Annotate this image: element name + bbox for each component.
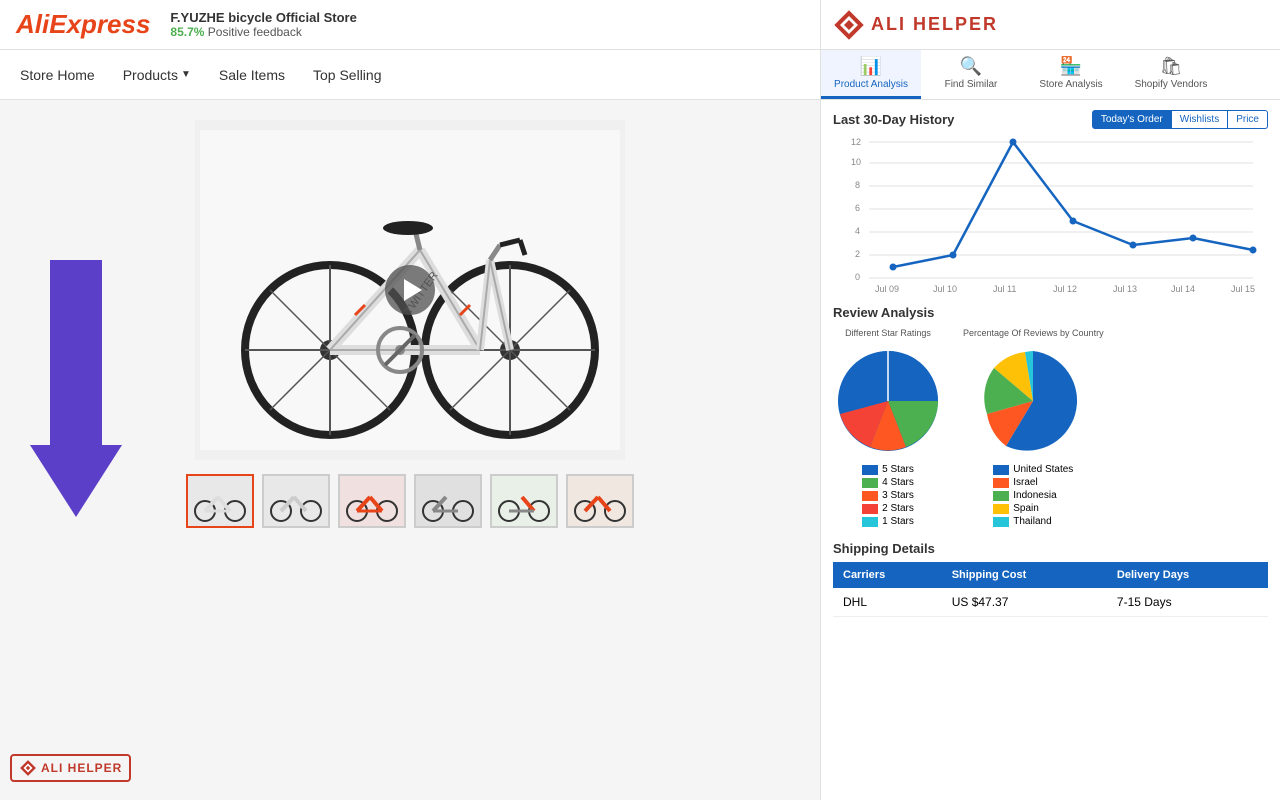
- legend-1star: 1 Stars: [862, 516, 914, 527]
- legend-2stars: 2 Stars: [862, 503, 914, 514]
- tab-shopify-vendors[interactable]: 🛍 Shopify Vendors: [1121, 50, 1221, 99]
- nav-item-store-home[interactable]: Store Home: [20, 67, 95, 83]
- ah-small-logo-icon: [19, 759, 37, 777]
- store-analysis-icon: 🏪: [1060, 56, 1082, 77]
- product-area: TWITTER: [0, 100, 820, 800]
- product-analysis-icon: 📊: [860, 56, 882, 77]
- store-feedback: 85.7% Positive feedback: [170, 25, 356, 39]
- thumbnails: [186, 474, 634, 528]
- legend-4stars: 4 Stars: [862, 477, 914, 488]
- play-icon: [404, 279, 422, 301]
- aliexpress-logo: AliExpress: [16, 9, 150, 40]
- history-buttons: Today's Order Wishlists Price: [1092, 110, 1268, 129]
- svg-text:8: 8: [855, 180, 860, 190]
- country-pie-chart: [978, 346, 1088, 456]
- legend-5stars: 5 Stars: [862, 464, 914, 475]
- legend-3stars: 3 Stars: [862, 490, 914, 501]
- svg-text:10: 10: [851, 157, 861, 167]
- country-ratings-chart: Percentage Of Reviews by Country: [963, 328, 1104, 527]
- star-ratings-chart: Different Star Ratings: [833, 328, 943, 527]
- shipping-table: Carriers Shipping Cost Delivery Days DHL…: [833, 562, 1268, 617]
- svg-text:Jul 12: Jul 12: [1053, 284, 1077, 294]
- shipping-section: Shipping Details Carriers Shipping Cost …: [833, 541, 1268, 617]
- col-carriers: Carriers: [833, 562, 942, 588]
- legend-us: United States: [993, 464, 1073, 475]
- alihelper-logo-icon: [833, 9, 865, 41]
- thumbnail-6[interactable]: [566, 474, 634, 528]
- tab-store-analysis[interactable]: 🏪 Store Analysis: [1021, 50, 1121, 99]
- review-title: Review Analysis: [833, 305, 1268, 320]
- thumbnail-5[interactable]: [490, 474, 558, 528]
- history-title: Last 30-Day History: [833, 112, 954, 127]
- svg-text:2: 2: [855, 249, 860, 259]
- alihelper-logo-text: ALI HELPER: [871, 14, 998, 35]
- shipping-row-dhl: DHL US $47.37 7-15 Days: [833, 588, 1268, 617]
- legend-spain: Spain: [993, 503, 1073, 514]
- review-section: Review Analysis Different Star Ratings: [833, 305, 1268, 527]
- svg-text:12: 12: [851, 137, 861, 147]
- shipping-title: Shipping Details: [833, 541, 1268, 556]
- svg-text:Jul 13: Jul 13: [1113, 284, 1137, 294]
- main-product-image: TWITTER: [195, 120, 625, 460]
- svg-text:Jul 15: Jul 15: [1231, 284, 1255, 294]
- carrier-name: DHL: [833, 588, 942, 617]
- nav-item-top-selling[interactable]: Top Selling: [313, 67, 382, 83]
- tab-find-similar[interactable]: 🔍 Find Similar: [921, 50, 1021, 99]
- thumbnail-3[interactable]: [338, 474, 406, 528]
- nav-item-products[interactable]: Products ▼: [123, 67, 191, 83]
- nav-item-sale-items[interactable]: Sale Items: [219, 67, 285, 83]
- store-info: F.YUZHE bicycle Official Store 85.7% Pos…: [170, 10, 356, 39]
- legend-indonesia: Indonesia: [993, 490, 1073, 501]
- shipping-cost: US $47.37: [942, 588, 1107, 617]
- shopify-vendors-icon: 🛍: [1160, 56, 1183, 77]
- col-delivery-days: Delivery Days: [1107, 562, 1268, 588]
- col-shipping-cost: Shipping Cost: [942, 562, 1107, 588]
- country-chart-title: Percentage Of Reviews by Country: [963, 328, 1104, 338]
- legend-israel: Israel: [993, 477, 1073, 488]
- svg-text:0: 0: [855, 272, 860, 282]
- legend-thailand: Thailand: [993, 516, 1073, 527]
- svg-text:Jul 11: Jul 11: [993, 284, 1016, 294]
- star-chart-title: Different Star Ratings: [845, 328, 931, 338]
- svg-text:4: 4: [855, 226, 860, 236]
- find-similar-icon: 🔍: [960, 56, 982, 77]
- store-name: F.YUZHE bicycle Official Store: [170, 10, 356, 25]
- tab-product-analysis-label: Product Analysis: [834, 79, 908, 90]
- big-arrow: [30, 260, 122, 517]
- star-legend: 5 Stars 4 Stars 3 Stars 2 Stars: [862, 464, 914, 527]
- alihelper-logo: ALI HELPER: [833, 9, 998, 41]
- btn-price[interactable]: Price: [1228, 110, 1268, 129]
- country-legend: United States Israel Indonesia Spai: [993, 464, 1073, 527]
- thumbnail-4[interactable]: [414, 474, 482, 528]
- svg-text:Jul 14: Jul 14: [1171, 284, 1195, 294]
- history-chart: 0 2 4 6 8 10 12: [833, 135, 1268, 295]
- right-panel: Last 30-Day History Today's Order Wishli…: [820, 100, 1280, 800]
- star-pie-chart: [833, 346, 943, 456]
- thumbnail-2[interactable]: [262, 474, 330, 528]
- svg-text:Jul 10: Jul 10: [933, 284, 957, 294]
- tab-product-analysis[interactable]: 📊 Product Analysis: [821, 50, 921, 99]
- tab-find-similar-label: Find Similar: [945, 79, 998, 90]
- feedback-pct: 85.7%: [170, 25, 204, 39]
- btn-todays-order[interactable]: Today's Order: [1092, 110, 1172, 129]
- btn-wishlists[interactable]: Wishlists: [1172, 110, 1228, 129]
- nav-bar: Store Home Products ▼ Sale Items Top Sel…: [0, 50, 820, 99]
- play-button[interactable]: [385, 265, 435, 315]
- svg-text:Jul 09: Jul 09: [875, 284, 899, 294]
- thumbnail-1[interactable]: [186, 474, 254, 528]
- history-section: Last 30-Day History Today's Order Wishli…: [833, 110, 1268, 295]
- ah-tabs: 📊 Product Analysis 🔍 Find Similar 🏪 Stor…: [820, 50, 1280, 99]
- svg-text:6: 6: [855, 203, 860, 213]
- delivery-days: 7-15 Days: [1107, 588, 1268, 617]
- tab-store-analysis-label: Store Analysis: [1039, 79, 1102, 90]
- ah-small-logo: ALI HELPER: [10, 754, 131, 782]
- ah-small-logo-text: ALI HELPER: [41, 761, 122, 775]
- feedback-label: Positive feedback: [208, 25, 302, 39]
- products-arrow-icon: ▼: [181, 69, 191, 80]
- tab-shopify-vendors-label: Shopify Vendors: [1135, 79, 1208, 90]
